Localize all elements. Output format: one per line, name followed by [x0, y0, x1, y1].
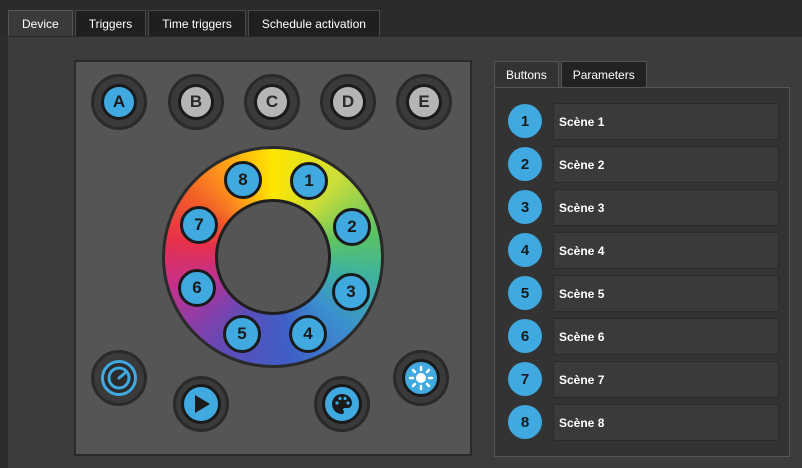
tab-parameters[interactable]: Parameters: [560, 61, 647, 88]
scene-name-field[interactable]: Scène 5: [553, 275, 779, 312]
zone-button-d-label: D: [330, 84, 366, 120]
scene-row: 1 Scène 1: [508, 103, 780, 141]
zone-button-e[interactable]: E: [396, 74, 452, 130]
play-button[interactable]: [173, 376, 229, 432]
scene-number-badge[interactable]: 7: [508, 362, 542, 396]
tab-time-triggers[interactable]: Time triggers: [148, 10, 246, 36]
scene-name-field[interactable]: Scène 2: [553, 146, 779, 183]
scene-row: 4 Scène 4: [508, 232, 780, 270]
scene-row: 7 Scène 7: [508, 361, 780, 399]
palette-button[interactable]: [314, 376, 370, 432]
scene-row: 6 Scène 6: [508, 318, 780, 356]
zone-button-b[interactable]: B: [168, 74, 224, 130]
top-bar: Device Triggers Time triggers Schedule a…: [0, 0, 802, 37]
sun-icon: [402, 359, 440, 397]
color-wheel-center: [215, 199, 331, 315]
scene-name-field[interactable]: Scène 8: [553, 404, 779, 441]
scene-row: 3 Scène 3: [508, 189, 780, 227]
scene-number-badge[interactable]: 5: [508, 276, 542, 310]
scene-number-badge[interactable]: 6: [508, 319, 542, 353]
brightness-button[interactable]: [393, 350, 449, 406]
zone-button-b-label: B: [178, 84, 214, 120]
scene-name-field[interactable]: Scène 6: [553, 318, 779, 355]
scene-list-panel: [494, 87, 790, 457]
scene-number-badge[interactable]: 3: [508, 190, 542, 224]
play-icon: [181, 384, 221, 424]
wheel-button-1[interactable]: 1: [290, 162, 328, 200]
tab-schedule-activation[interactable]: Schedule activation: [247, 10, 380, 36]
wheel-button-2[interactable]: 2: [333, 208, 371, 246]
scene-row: 5 Scène 5: [508, 275, 780, 313]
wheel-button-3[interactable]: 3: [332, 273, 370, 311]
scene-row: 2 Scène 2: [508, 146, 780, 184]
scene-number-badge[interactable]: 8: [508, 405, 542, 439]
scene-name-field[interactable]: Scène 1: [553, 103, 779, 140]
zone-button-a-label: A: [101, 84, 137, 120]
tab-buttons[interactable]: Buttons: [494, 61, 559, 88]
wheel-button-8[interactable]: 8: [224, 161, 262, 199]
scene-number-badge[interactable]: 4: [508, 233, 542, 267]
palette-icon: [322, 384, 362, 424]
scene-name-field[interactable]: Scène 3: [553, 189, 779, 226]
wheel-button-5[interactable]: 5: [223, 315, 261, 353]
scene-name-field[interactable]: Scène 4: [553, 232, 779, 269]
scene-number-badge[interactable]: 2: [508, 147, 542, 181]
zone-button-c[interactable]: C: [244, 74, 300, 130]
gauge-icon: [101, 360, 137, 396]
side-tabs: Buttons Parameters: [494, 61, 649, 88]
zone-button-d[interactable]: D: [320, 74, 376, 130]
scene-number-badge[interactable]: 1: [508, 104, 542, 138]
zone-button-e-label: E: [406, 84, 442, 120]
scene-name-field[interactable]: Scène 7: [553, 361, 779, 398]
tab-triggers[interactable]: Triggers: [74, 10, 147, 36]
wheel-button-6[interactable]: 6: [178, 269, 216, 307]
tab-device[interactable]: Device: [8, 10, 73, 36]
zone-button-c-label: C: [254, 84, 290, 120]
main-tabs: Device Triggers Time triggers Schedule a…: [8, 10, 382, 37]
scene-row: 8 Scène 8: [508, 404, 780, 442]
wheel-button-4[interactable]: 4: [289, 315, 327, 353]
dimmer-button[interactable]: [91, 350, 147, 406]
wheel-button-7[interactable]: 7: [180, 206, 218, 244]
color-wheel[interactable]: [162, 146, 384, 368]
zone-button-a[interactable]: A: [91, 74, 147, 130]
